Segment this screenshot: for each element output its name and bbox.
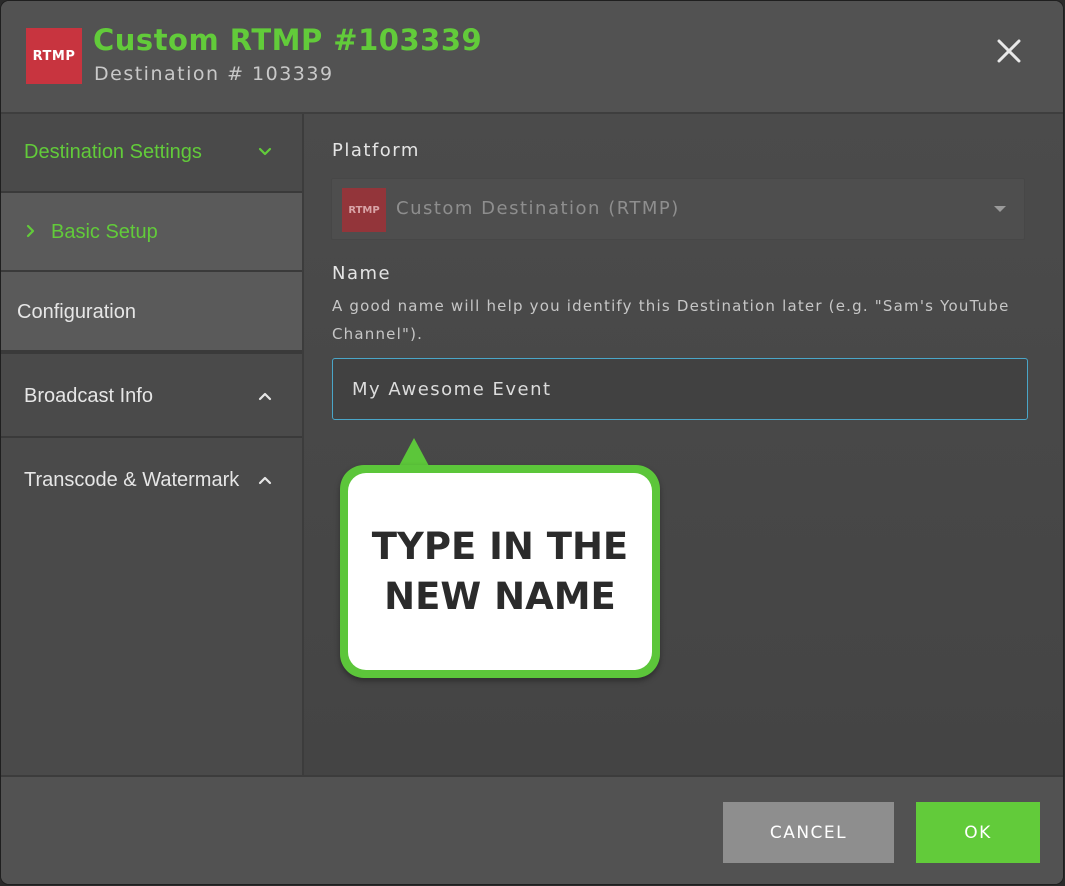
sidebar-item-label: Broadcast Info [24,385,153,407]
sidebar-item-label: Destination Settings [24,141,202,163]
sidebar-item-label: Configuration [17,301,136,323]
dialog-title: Custom RTMP #103339 [93,23,483,57]
chevron-right-icon [26,224,35,238]
name-input[interactable] [332,358,1028,420]
callout-inner: TYPE IN THE NEW NAME [348,473,652,670]
rtmp-logo: RTMP [26,28,82,84]
sidebar-item-transcode-watermark[interactable]: Transcode & Watermark [1,438,302,520]
sidebar-item-label: Basic Setup [51,221,158,243]
close-button[interactable] [989,31,1029,71]
chevron-down-icon [258,147,272,156]
dialog-subtitle: Destination # 103339 [94,63,334,85]
callout-text: TYPE IN THE NEW NAME [371,524,629,618]
callout-tooltip: TYPE IN THE NEW NAME [340,438,660,678]
platform-value: Custom Destination (RTMP) [396,198,680,219]
platform-select[interactable]: RTMP Custom Destination (RTMP) [331,178,1025,240]
sidebar-item-configuration[interactable]: Configuration [1,272,302,354]
cancel-button[interactable]: CANCEL [723,802,894,863]
sidebar-item-label: Transcode & Watermark [24,469,240,491]
caret-down-icon [994,206,1006,212]
destination-dialog: RTMP Custom RTMP #103339 Destination # 1… [1,1,1063,884]
callout-pointer [399,438,429,466]
rtmp-logo-small: RTMP [342,188,386,232]
name-label: Name [332,263,392,284]
name-help-text: A good name will help you identify this … [332,297,1010,343]
dialog-header: RTMP Custom RTMP #103339 Destination # 1… [1,1,1063,114]
sidebar-item-broadcast-info[interactable]: Broadcast Info [1,354,302,438]
close-icon [997,39,1021,63]
sidebar: Destination Settings Basic Setup Configu… [1,114,304,775]
ok-button[interactable]: OK [916,802,1040,863]
chevron-up-icon [258,476,272,485]
dialog-footer: CANCEL OK [1,775,1063,884]
sidebar-item-basic-setup[interactable]: Basic Setup [1,193,302,272]
platform-label: Platform [332,140,420,161]
sidebar-item-destination-settings[interactable]: Destination Settings [1,114,302,193]
chevron-up-icon [258,392,272,401]
